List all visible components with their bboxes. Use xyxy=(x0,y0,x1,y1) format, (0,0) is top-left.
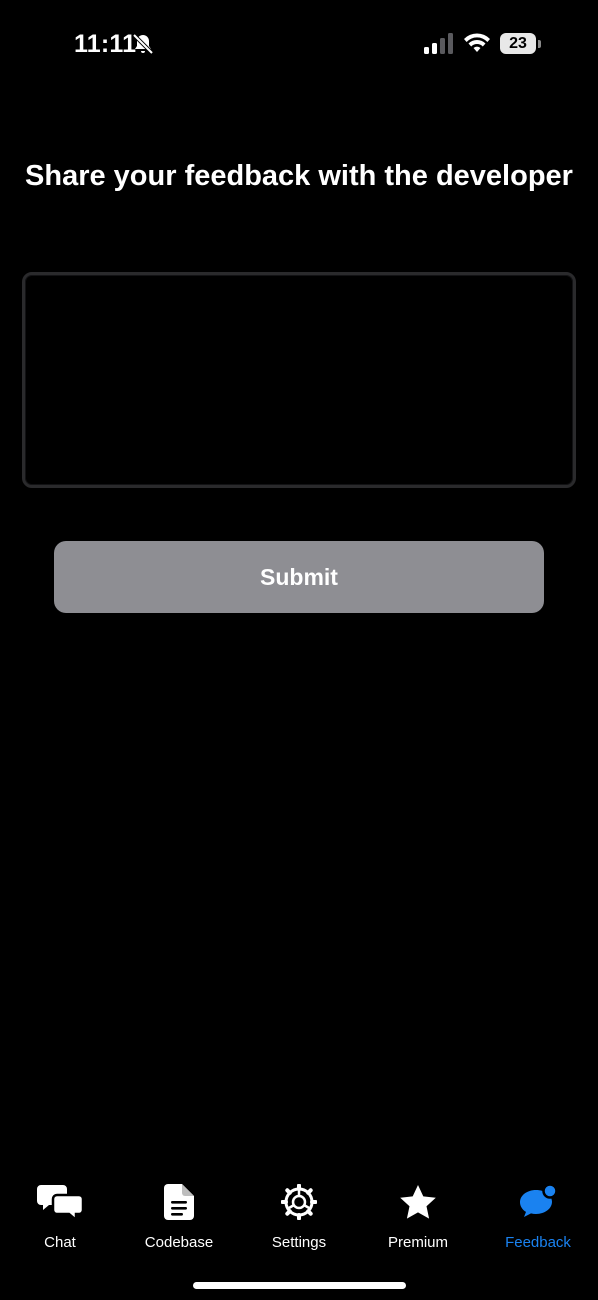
tab-label: Feedback xyxy=(505,1234,571,1251)
tab-bar: Chat Codebase Settings Premium Feedback xyxy=(0,1180,598,1270)
status-time: 11:11 xyxy=(74,30,137,58)
tab-feedback[interactable]: Feedback xyxy=(478,1180,598,1260)
tab-label: Chat xyxy=(44,1234,76,1251)
tab-premium[interactable]: Premium xyxy=(358,1180,478,1260)
tab-label: Settings xyxy=(271,1234,327,1251)
feedback-screen: 11:11 23 Share your feedback with the de… xyxy=(0,0,598,1300)
star-icon xyxy=(393,1180,443,1224)
tab-codebase[interactable]: Codebase xyxy=(119,1180,239,1260)
tab-label: Premium xyxy=(387,1234,448,1251)
cellular-signal-icon xyxy=(424,33,453,54)
bell-off-icon xyxy=(132,33,154,55)
feedback-textarea[interactable] xyxy=(22,272,576,488)
feedback-bubble-icon xyxy=(513,1180,563,1224)
tab-label: Codebase xyxy=(144,1234,214,1251)
tab-chat[interactable]: Chat xyxy=(0,1180,120,1260)
status-bar: 11:11 23 xyxy=(0,0,598,88)
home-indicator[interactable] xyxy=(193,1282,406,1289)
document-icon xyxy=(154,1180,204,1224)
wifi-icon xyxy=(464,33,490,52)
tab-settings[interactable]: Settings xyxy=(239,1180,359,1260)
battery-nub xyxy=(538,40,541,48)
gear-icon xyxy=(274,1180,324,1224)
chat-bubbles-icon xyxy=(35,1180,85,1224)
page-title: Share your feedback with the developer xyxy=(25,160,573,192)
submit-button[interactable]: Submit xyxy=(54,541,544,613)
battery-icon: 23 xyxy=(500,33,536,54)
